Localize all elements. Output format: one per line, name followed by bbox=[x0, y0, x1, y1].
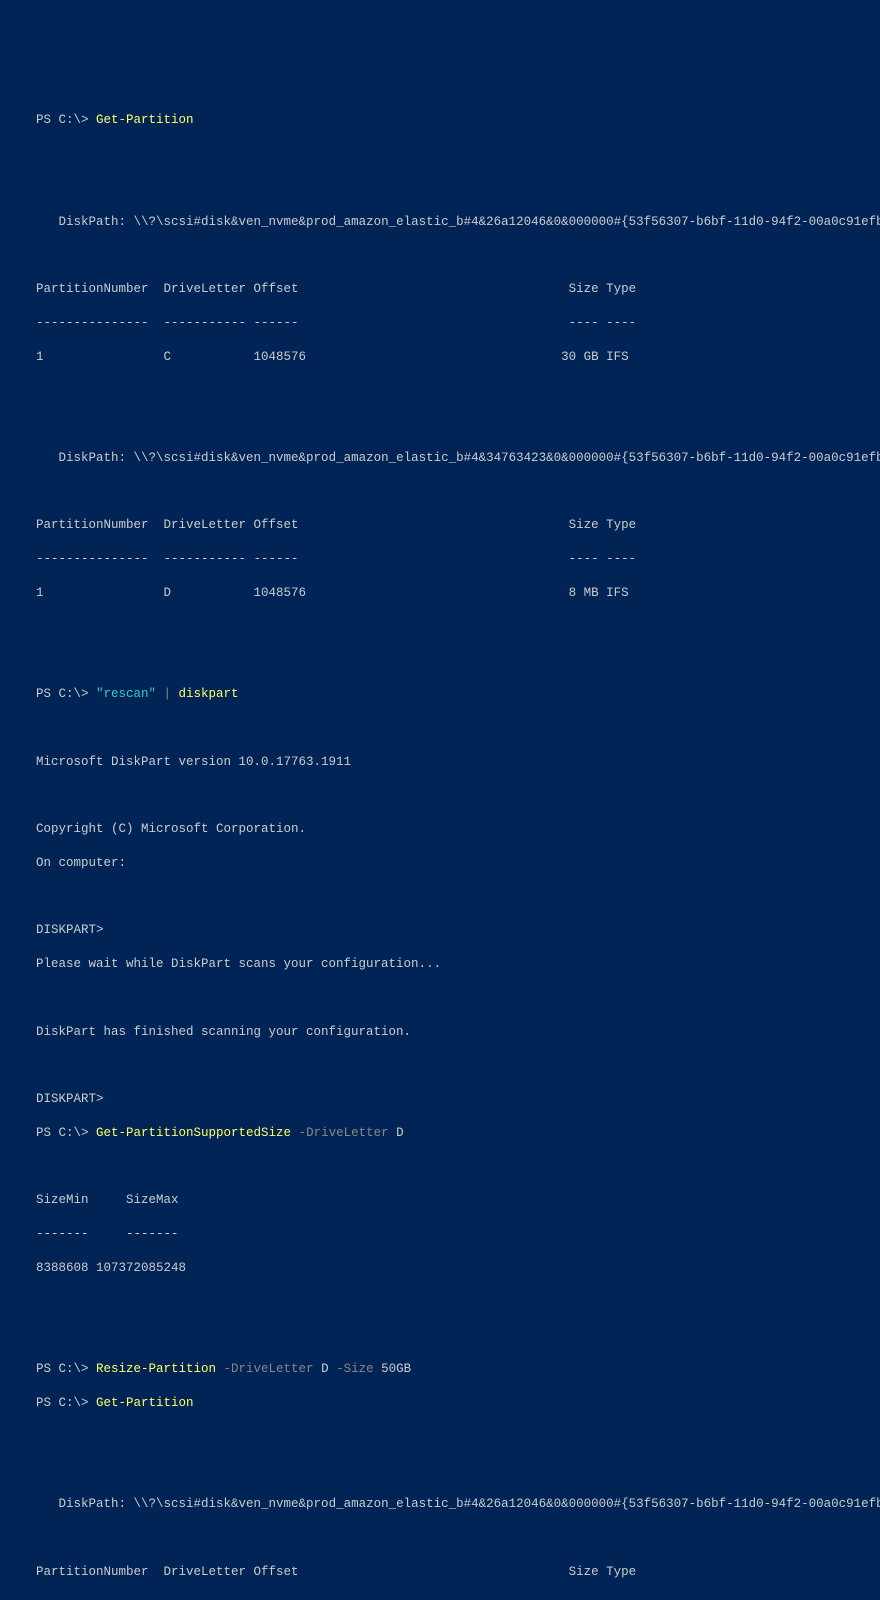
parameter: -DriveLetter bbox=[291, 1126, 389, 1140]
terminal-output: PS C:\> Get-Partition DiskPath: \\?\scsi… bbox=[36, 96, 844, 1600]
param-value: D bbox=[389, 1126, 404, 1140]
output-text: Copyright (C) Microsoft Corporation. bbox=[36, 821, 844, 838]
output-text: Please wait while DiskPart scans your co… bbox=[36, 956, 844, 973]
table-header: SizeMin SizeMax bbox=[36, 1192, 844, 1209]
table-divider: --------------- ----------- ------ ---- … bbox=[36, 1597, 844, 1600]
param-value: 50GB bbox=[374, 1362, 412, 1376]
cmdlet: Get-PartitionSupportedSize bbox=[96, 1126, 291, 1140]
cmdlet: Get-Partition bbox=[96, 113, 194, 127]
parameter: -DriveLetter bbox=[216, 1362, 314, 1376]
command-line: PS C:\> Get-PartitionSupportedSize -Driv… bbox=[36, 1125, 844, 1142]
cmdlet: Resize-Partition bbox=[96, 1362, 216, 1376]
prompt: PS C:\> bbox=[36, 1126, 96, 1140]
command-line: PS C:\> Get-Partition bbox=[36, 1395, 844, 1412]
prompt: PS C:\> bbox=[36, 1362, 96, 1376]
table-divider: --------------- ----------- ------ ---- … bbox=[36, 551, 844, 568]
diskpath-line: DiskPath: \\?\scsi#disk&ven_nvme&prod_am… bbox=[36, 1496, 844, 1513]
output-text: DiskPart has finished scanning your conf… bbox=[36, 1024, 844, 1041]
output-text: On computer: bbox=[36, 855, 844, 872]
pipe-operator: | bbox=[156, 687, 179, 701]
table-divider: --------------- ----------- ------ ---- … bbox=[36, 315, 844, 332]
table-row: 8388608 107372085248 bbox=[36, 1260, 844, 1277]
string-literal: "rescan" bbox=[96, 687, 156, 701]
parameter: -Size bbox=[329, 1362, 374, 1376]
cmdlet: Get-Partition bbox=[96, 1396, 194, 1410]
table-header: PartitionNumber DriveLetter Offset Size … bbox=[36, 517, 844, 534]
table-row: 1 D 1048576 8 MB IFS bbox=[36, 585, 844, 602]
prompt: PS C:\> bbox=[36, 1396, 96, 1410]
table-row: 1 C 1048576 30 GB IFS bbox=[36, 349, 844, 366]
output-text: Microsoft DiskPart version 10.0.17763.19… bbox=[36, 754, 844, 771]
table-divider: ------- ------- bbox=[36, 1226, 844, 1243]
diskpath-line: DiskPath: \\?\scsi#disk&ven_nvme&prod_am… bbox=[36, 214, 844, 231]
diskpart-prompt: DISKPART> bbox=[36, 1091, 844, 1108]
command-line: PS C:\> Get-Partition bbox=[36, 112, 844, 129]
cmdlet: diskpart bbox=[179, 687, 239, 701]
diskpath-line: DiskPath: \\?\scsi#disk&ven_nvme&prod_am… bbox=[36, 450, 844, 467]
table-header: PartitionNumber DriveLetter Offset Size … bbox=[36, 1564, 844, 1581]
diskpart-prompt: DISKPART> bbox=[36, 922, 844, 939]
param-value: D bbox=[314, 1362, 329, 1376]
prompt: PS C:\> bbox=[36, 687, 96, 701]
table-header: PartitionNumber DriveLetter Offset Size … bbox=[36, 281, 844, 298]
command-line: PS C:\> "rescan" | diskpart bbox=[36, 686, 844, 703]
command-line: PS C:\> Resize-Partition -DriveLetter D … bbox=[36, 1361, 844, 1378]
prompt: PS C:\> bbox=[36, 113, 96, 127]
